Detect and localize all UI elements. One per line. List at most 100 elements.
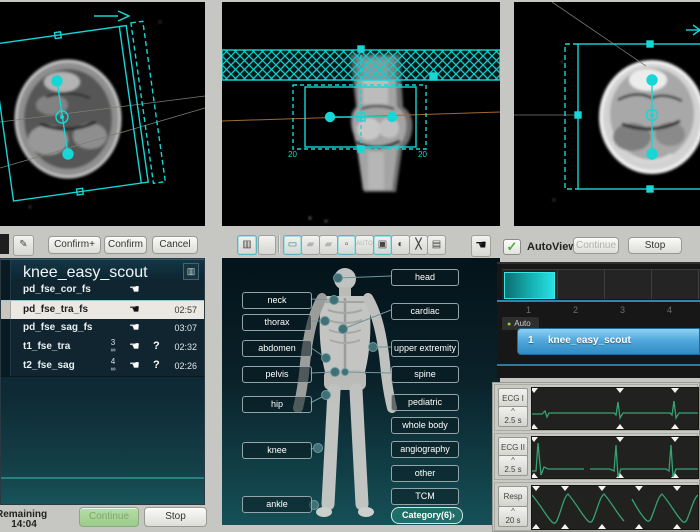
- viewport-coronal[interactable]: 20 20: [222, 2, 500, 226]
- body-region-whole-body[interactable]: whole body: [391, 417, 459, 434]
- protocol-header-row[interactable]: knee_easy_scout ▥: [1, 259, 204, 283]
- confirm-plus-button[interactable]: Confirm+: [48, 236, 101, 254]
- green-dot-icon: ●: [507, 321, 511, 328]
- waveform-scale-button[interactable]: ^ 2.5 s: [498, 406, 528, 427]
- auto-tab-label: Auto: [514, 319, 530, 328]
- hotspot-head: [334, 274, 343, 283]
- blank-tool-button[interactable]: [258, 235, 276, 255]
- protocol-stack-icon[interactable]: ▥: [183, 263, 199, 280]
- scan-duration: 03:07: [174, 323, 197, 333]
- square-tool-button[interactable]: ▫: [337, 235, 356, 255]
- zoom-reset-icon: ▣: [378, 239, 387, 250]
- scale-value: 2.5 s: [499, 465, 527, 474]
- viewport-axial-left[interactable]: [0, 2, 205, 226]
- hand-icon: ☚: [129, 282, 140, 296]
- body-region-tcm[interactable]: TCM: [391, 488, 459, 505]
- waveform-strip-resp: Resp ^ 20 s: [494, 482, 698, 531]
- timeline-baseline: [497, 300, 700, 302]
- queue-name: knee_easy_scout: [548, 335, 631, 346]
- tick-label: 1: [526, 305, 531, 315]
- continue-button[interactable]: Continue: [79, 507, 139, 527]
- list-item-selected[interactable]: pd_fse_tra_fs ☚ 02:57: [1, 300, 204, 321]
- grid-line: [604, 270, 605, 299]
- slice-plus-icon: ▰: [307, 239, 315, 250]
- hotspot-upper-extremity: [369, 343, 378, 352]
- category-button[interactable]: Category(6) ›: [391, 507, 463, 524]
- pencil-tool-button[interactable]: ✎: [13, 235, 34, 256]
- cancel-button[interactable]: Cancel: [152, 236, 198, 254]
- tools-button[interactable]: ╳: [409, 235, 428, 255]
- body-region-upper-extremity[interactable]: upper extremity: [391, 340, 459, 357]
- chevron-right-icon: ›: [452, 508, 455, 523]
- row-edge: [1, 357, 11, 376]
- edge-tool-button[interactable]: [0, 234, 9, 254]
- waveform-scale-button[interactable]: ^ 20 s: [498, 506, 528, 527]
- waveform-scale-button[interactable]: ^ 2.5 s: [498, 455, 528, 476]
- body-region-angiography[interactable]: angiography: [391, 441, 459, 458]
- list-icon: ▥: [187, 266, 196, 276]
- mri-console-screen: 20 20: [0, 0, 700, 532]
- row-edge: [1, 301, 11, 320]
- body-region-other[interactable]: other: [391, 465, 459, 482]
- protocol-list-panel: knee_easy_scout ▥ pd_fse_cor_fs ☚ pd_fse…: [0, 258, 205, 505]
- waveform-strip-ecg1: ECG I ^ 2.5 s: [494, 384, 698, 431]
- body-region-pediatric[interactable]: pediatric: [391, 394, 459, 411]
- waveform-label: Resp: [498, 486, 528, 507]
- autoview-checkbox[interactable]: ✓: [503, 239, 521, 255]
- body-region-knee[interactable]: knee: [242, 442, 312, 459]
- hand-icon: ☚: [475, 237, 487, 252]
- scan-plane-overlay-left[interactable]: [0, 2, 205, 226]
- body-region-cardiac[interactable]: cardiac: [391, 303, 459, 320]
- auto-label: AUTO: [356, 241, 373, 247]
- row-edge: [1, 260, 11, 282]
- category-label: Category(6): [402, 510, 452, 520]
- queue-item-knee-easy-scout[interactable]: 1 knee_easy_scout: [517, 328, 700, 355]
- hand-icon: ☚: [129, 302, 140, 316]
- body-region-ankle[interactable]: ankle: [242, 496, 312, 513]
- remaining-time: 14:04: [2, 519, 46, 530]
- auto-tool-button[interactable]: AUTO: [355, 235, 374, 255]
- caret-up-icon: ^: [499, 508, 527, 516]
- fov-tool-button[interactable]: ▭: [283, 235, 302, 255]
- pencil-icon: ✎: [19, 239, 27, 250]
- autoview-continue-button[interactable]: Continue: [573, 237, 619, 254]
- body-region-head[interactable]: head: [391, 269, 459, 286]
- body-region-thorax[interactable]: thorax: [242, 314, 312, 331]
- stop-button[interactable]: Stop: [144, 507, 207, 527]
- list-item[interactable]: t1_fse_tra 3∞ ☚ ? 02:32: [1, 338, 204, 358]
- confirm-button[interactable]: Confirm: [104, 236, 147, 254]
- body-region-neck[interactable]: neck: [242, 292, 312, 309]
- hand-icon: ☚: [129, 320, 140, 334]
- hand-tool-button[interactable]: ☚: [471, 235, 491, 257]
- body-region-abdomen[interactable]: abdomen: [242, 340, 312, 357]
- scan-plane-overlay-middle[interactable]: 20 20: [222, 2, 500, 226]
- list-item[interactable]: pd_fse_cor_fs ☚: [1, 281, 204, 301]
- question-badge: ?: [153, 340, 160, 352]
- scan-duration: 02:26: [174, 361, 197, 371]
- copy-button[interactable]: ▤: [427, 235, 446, 255]
- list-item[interactable]: t2_fse_sag 4∞ ☚ ? 02:26: [1, 357, 204, 377]
- body-region-hip[interactable]: hip: [242, 396, 312, 413]
- list-item[interactable]: pd_fse_sag_fs ☚ 03:07: [1, 319, 204, 339]
- scan-plane-overlay-right[interactable]: [514, 2, 700, 226]
- viewport-axial-right[interactable]: [514, 2, 700, 226]
- small-square-icon: ▫: [345, 239, 349, 250]
- anatomy-selection-panel: neck thorax abdomen pelvis hip knee ankl…: [222, 258, 500, 525]
- protocol-name: knee_easy_scout: [23, 264, 148, 282]
- body-region-spine[interactable]: spine: [391, 366, 459, 383]
- contrast-button[interactable]: ◐: [391, 235, 410, 255]
- add-slice-group-button[interactable]: ▰: [301, 235, 320, 255]
- hotspot-cardiac: [339, 325, 348, 334]
- autoview-stop-button[interactable]: Stop: [628, 237, 682, 254]
- zoom-reset-button[interactable]: ▣: [373, 235, 392, 255]
- tick-label: 2: [573, 305, 578, 315]
- timeline-track[interactable]: [502, 269, 700, 299]
- grid-line: [651, 270, 652, 299]
- arrow-icon: [118, 11, 129, 21]
- add-sat-band-button[interactable]: ▰: [319, 235, 338, 255]
- slice-plus-icon: ▰: [325, 239, 333, 250]
- timeline-separator: [497, 364, 700, 366]
- body-region-pelvis[interactable]: pelvis: [242, 366, 312, 383]
- layout-tool-button[interactable]: ▥: [237, 235, 257, 255]
- copy-icon: ▤: [432, 239, 441, 250]
